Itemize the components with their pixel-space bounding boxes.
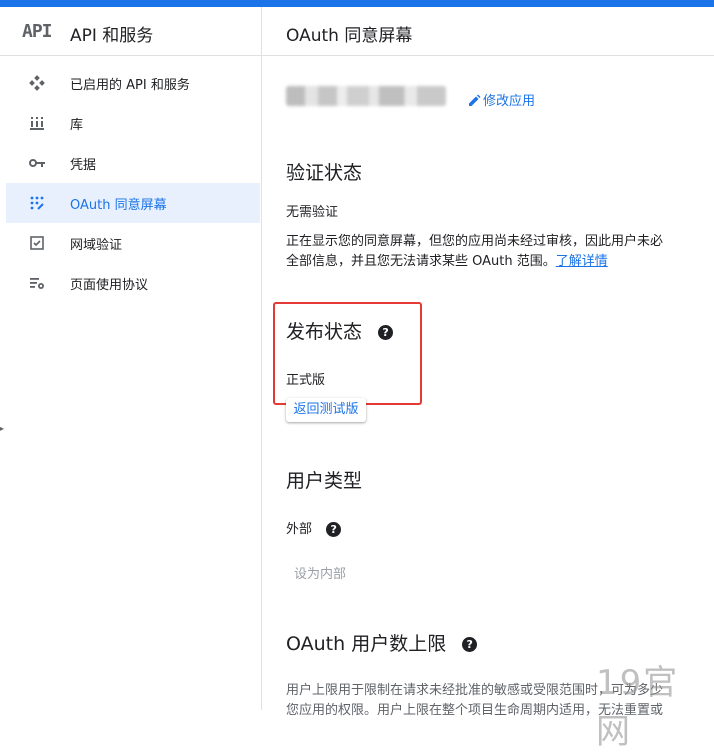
help-icon[interactable]: ? <box>326 522 342 537</box>
sidebar-item-oauth-consent[interactable]: OAuth 同意屏幕 <box>6 183 260 223</box>
user-type-value: 外部 <box>286 522 313 537</box>
api-logo: API <box>22 21 52 42</box>
library-icon <box>30 117 44 130</box>
pencil-icon <box>469 94 481 106</box>
api-diamond-icon <box>29 75 45 91</box>
edit-app-link[interactable]: 修改应用 <box>467 90 535 109</box>
page-title: OAuth 同意屏幕 <box>286 26 413 46</box>
sidebar-title: API 和服务 <box>70 26 154 46</box>
verification-description-line2: 全部信息，并且您无法请求某些 OAuth 范围。 <box>286 254 556 269</box>
edit-app-label: 修改应用 <box>483 94 536 109</box>
sidebar-item-label: 已启用的 API 和服务 <box>70 78 190 93</box>
checkbox-icon <box>30 236 44 250</box>
sidebar-item-enabled-apis[interactable]: 已启用的 API 和服务 <box>6 63 260 103</box>
back-to-testing-button[interactable]: 返回测试版 <box>286 398 366 422</box>
verification-status-value: 无需验证 <box>286 205 339 220</box>
key-icon <box>29 159 45 167</box>
verification-description-line1: 正在显示您的同意屏幕，但您的应用尚未经过审核，因此用户未必 <box>286 234 664 249</box>
publishing-status-title: 发布状态 <box>286 321 363 343</box>
make-internal-button[interactable]: 设为内部 <box>294 563 346 582</box>
help-icon[interactable]: ? <box>462 637 478 652</box>
verification-status-heading: 验证状态 <box>286 162 363 184</box>
sidebar-item-domain-verification[interactable]: 网域验证 <box>6 223 260 263</box>
sidebar-item-page-usage-agreements[interactable]: 页面使用协议 <box>6 263 260 303</box>
sidebar-collapse-handle[interactable]: ▸ <box>0 424 4 433</box>
verification-description: 正在显示您的同意屏幕，但您的应用尚未经过审核，因此用户未必 全部信息，并且您无法… <box>286 232 714 272</box>
sidebar-item-label: 凭据 <box>70 158 97 173</box>
watermark: 19官网 <box>596 663 680 752</box>
publishing-status-value: 正式版 <box>286 373 326 388</box>
top-accent-bar <box>0 0 714 7</box>
sidebar-item-label: OAuth 同意屏幕 <box>70 198 167 213</box>
user-cap-title: OAuth 用户数上限 <box>286 633 447 655</box>
sidebar-item-credentials[interactable]: 凭据 <box>6 143 260 183</box>
consent-dots-icon <box>30 196 44 210</box>
user-type-heading: 用户类型 <box>286 470 363 492</box>
app-name-redacted <box>286 86 446 106</box>
settings-list-icon <box>30 278 44 289</box>
main-header: OAuth 同意屏幕 <box>262 7 714 56</box>
sidebar-item-label: 页面使用协议 <box>70 278 149 293</box>
help-icon[interactable]: ? <box>378 325 394 340</box>
user-type-row: 外部 ? <box>286 518 342 537</box>
publishing-status-heading: 发布状态 ? <box>286 317 394 344</box>
user-cap-heading: OAuth 用户数上限 ? <box>286 629 478 656</box>
sidebar-header: API API 和服务 <box>0 7 261 56</box>
sidebar: API API 和服务 已启用的 API 和服务 库 凭据 OAuth 同意屏幕… <box>0 7 262 710</box>
sidebar-item-label: 库 <box>70 118 84 133</box>
sidebar-item-label: 网域验证 <box>70 238 123 253</box>
learn-more-link[interactable]: 了解详情 <box>556 254 608 269</box>
sidebar-item-library[interactable]: 库 <box>6 103 260 143</box>
